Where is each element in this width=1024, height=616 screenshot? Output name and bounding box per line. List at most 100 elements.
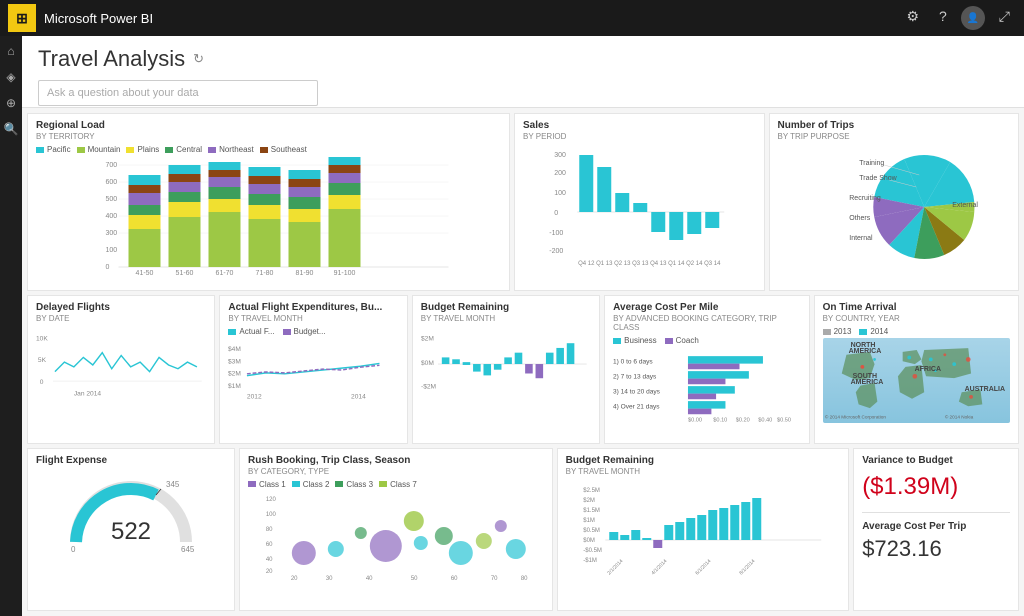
on-time-title: On Time Arrival bbox=[823, 302, 1010, 313]
legend-2013: 2013 bbox=[823, 327, 852, 336]
svg-text:60: 60 bbox=[451, 576, 458, 581]
actual-exp-subtitle: BY TRAVEL MONTH bbox=[228, 314, 398, 323]
svg-text:Q2 13: Q2 13 bbox=[614, 261, 631, 267]
svg-text:80: 80 bbox=[266, 527, 273, 533]
budget-small-subtitle: BY TRAVEL MONTH bbox=[421, 314, 591, 323]
page-title: Travel Analysis bbox=[38, 46, 185, 72]
delayed-flights-chart: 10K 5K 0 Jan 2014 bbox=[36, 327, 206, 402]
sales-subtitle: BY PERIOD bbox=[523, 132, 756, 141]
svg-text:© 2014 Microsoft Corporation: © 2014 Microsoft Corporation bbox=[824, 414, 885, 420]
svg-text:Q4 13: Q4 13 bbox=[650, 261, 667, 267]
svg-text:0: 0 bbox=[71, 545, 76, 554]
svg-text:$2M: $2M bbox=[421, 336, 434, 343]
svg-text:60: 60 bbox=[266, 542, 273, 548]
title-row: Travel Analysis ↻ bbox=[38, 46, 1008, 72]
legend-central: Central bbox=[165, 145, 202, 154]
sales-chart: 300 200 100 0 -100 -200 bbox=[523, 145, 756, 270]
budget-remaining-small-card: Budget Remaining BY TRAVEL MONTH $2M $0M… bbox=[412, 295, 600, 443]
svg-text:Recruiting: Recruiting bbox=[849, 195, 881, 202]
avg-cost-chart: 1) 0 to 6 days 2) 7 to 13 days 3) 14 to … bbox=[613, 348, 800, 428]
svg-text:2014: 2014 bbox=[351, 394, 366, 401]
sidebar-home-icon[interactable]: ⌂ bbox=[7, 44, 14, 58]
svg-text:4) Over 21 days: 4) Over 21 days bbox=[613, 404, 660, 411]
svg-text:$2.5M: $2.5M bbox=[583, 488, 600, 494]
actual-exp-chart: $4M $3M $2M $1M 2012 2014 bbox=[228, 338, 398, 403]
app-name: Microsoft Power BI bbox=[44, 11, 900, 26]
flight-expense-title: Flight Expense bbox=[36, 455, 226, 466]
svg-text:$0M: $0M bbox=[421, 360, 434, 367]
num-trips-chart: Training Trade Show Recruiting Others In… bbox=[778, 145, 1011, 270]
budget-small-chart: $2M $0M -$2M bbox=[421, 327, 591, 402]
help-icon[interactable]: ? bbox=[933, 6, 953, 30]
delayed-flights-title: Delayed Flights bbox=[36, 302, 206, 313]
sidebar-search-icon[interactable]: 🔍 bbox=[4, 122, 19, 136]
regional-load-chart: 700 600 500 400 300 100 0 bbox=[36, 157, 501, 277]
svg-text:-$1M: -$1M bbox=[583, 558, 597, 564]
svg-text:50: 50 bbox=[411, 576, 418, 581]
svg-text:$4M: $4M bbox=[228, 346, 241, 353]
variance-card: Variance to Budget ($1.39M) Average Cost… bbox=[853, 448, 1019, 611]
avg-cost-trip-value: $723.16 bbox=[862, 536, 1010, 562]
expand-icon[interactable]: ⤢ bbox=[993, 6, 1016, 30]
flight-expense-gauge: 522 0 645 345 bbox=[61, 467, 201, 557]
svg-text:2012: 2012 bbox=[247, 394, 262, 401]
on-time-card: On Time Arrival BY COUNTRY, YEAR 2013 20… bbox=[814, 295, 1019, 443]
svg-text:2/1/2014: 2/1/2014 bbox=[606, 558, 624, 576]
delayed-flights-subtitle: BY DATE bbox=[36, 314, 206, 323]
user-avatar[interactable]: 👤 bbox=[961, 6, 985, 30]
avg-cost-trip-title: Average Cost Per Trip bbox=[862, 521, 1010, 532]
svg-text:61-70: 61-70 bbox=[216, 270, 234, 277]
svg-text:$0M: $0M bbox=[583, 538, 595, 544]
budget-large-subtitle: BY TRAVEL MONTH bbox=[566, 467, 841, 476]
svg-text:$3M: $3M bbox=[228, 359, 241, 366]
svg-text:100: 100 bbox=[266, 512, 277, 518]
svg-text:Training: Training bbox=[859, 160, 884, 167]
rush-booking-card: Rush Booking, Trip Class, Season BY CATE… bbox=[239, 448, 553, 611]
svg-text:40: 40 bbox=[266, 557, 273, 563]
svg-text:Internal: Internal bbox=[849, 235, 873, 242]
legend-plains: Plains bbox=[126, 145, 159, 154]
svg-text:10K: 10K bbox=[36, 336, 48, 343]
svg-text:120: 120 bbox=[266, 497, 277, 503]
svg-text:$1M: $1M bbox=[583, 518, 595, 524]
avg-cost-title: Average Cost Per Mile bbox=[613, 302, 800, 313]
legend-class2: Class 2 bbox=[292, 480, 330, 489]
svg-text:Trade Show: Trade Show bbox=[859, 175, 897, 182]
sidebar-add-icon[interactable]: ⊕ bbox=[6, 96, 16, 110]
svg-text:6/1/2014: 6/1/2014 bbox=[694, 558, 712, 576]
svg-text:0: 0 bbox=[40, 379, 44, 386]
svg-text:$0.40: $0.40 bbox=[758, 418, 772, 424]
legend-pacific: Pacific bbox=[36, 145, 71, 154]
regional-load-subtitle: BY TERRITORY bbox=[36, 132, 501, 141]
actual-expenditures-card: Actual Flight Expenditures, Bu... BY TRA… bbox=[219, 295, 407, 443]
qa-input[interactable]: Ask a question about your data bbox=[38, 80, 318, 106]
legend-class7: Class 7 bbox=[379, 480, 417, 489]
svg-text:-$0.5M: -$0.5M bbox=[583, 548, 602, 554]
legend-coach: Coach bbox=[665, 336, 699, 345]
svg-text:-200: -200 bbox=[549, 248, 563, 255]
refresh-icon[interactable]: ↻ bbox=[193, 51, 204, 67]
legend-mountain: Mountain bbox=[77, 145, 121, 154]
svg-text:71-80: 71-80 bbox=[256, 270, 274, 277]
svg-text:Q2 14: Q2 14 bbox=[686, 261, 703, 267]
svg-text:40: 40 bbox=[366, 576, 373, 581]
svg-text:80: 80 bbox=[521, 576, 528, 581]
svg-text:Q4 12: Q4 12 bbox=[578, 261, 595, 267]
legend-budget: Budget... bbox=[283, 327, 326, 336]
budget-large-title: Budget Remaining bbox=[566, 455, 841, 466]
svg-text:$0.10: $0.10 bbox=[713, 418, 727, 424]
svg-text:20: 20 bbox=[291, 576, 298, 581]
svg-text:$1.5M: $1.5M bbox=[583, 508, 600, 514]
svg-text:Q3 14: Q3 14 bbox=[704, 261, 721, 267]
svg-text:Jan 2014: Jan 2014 bbox=[74, 390, 102, 397]
svg-text:0: 0 bbox=[554, 210, 558, 217]
settings-icon[interactable]: ⚙ bbox=[900, 6, 925, 30]
flight-expense-card: Flight Expense 522 0 645 345 bbox=[27, 448, 235, 611]
svg-text:400: 400 bbox=[106, 213, 118, 220]
sales-card: Sales BY PERIOD 300 200 100 0 -100 -200 bbox=[514, 113, 765, 291]
topbar: ⊞ Microsoft Power BI ⚙ ? 👤 ⤢ bbox=[0, 0, 1024, 36]
svg-text:1) 0 to 6 days: 1) 0 to 6 days bbox=[613, 359, 653, 366]
sidebar-nav-icon[interactable]: ◈ bbox=[6, 70, 15, 84]
svg-text:2) 7 to 13 days: 2) 7 to 13 days bbox=[613, 374, 657, 381]
svg-text:30: 30 bbox=[326, 576, 333, 581]
